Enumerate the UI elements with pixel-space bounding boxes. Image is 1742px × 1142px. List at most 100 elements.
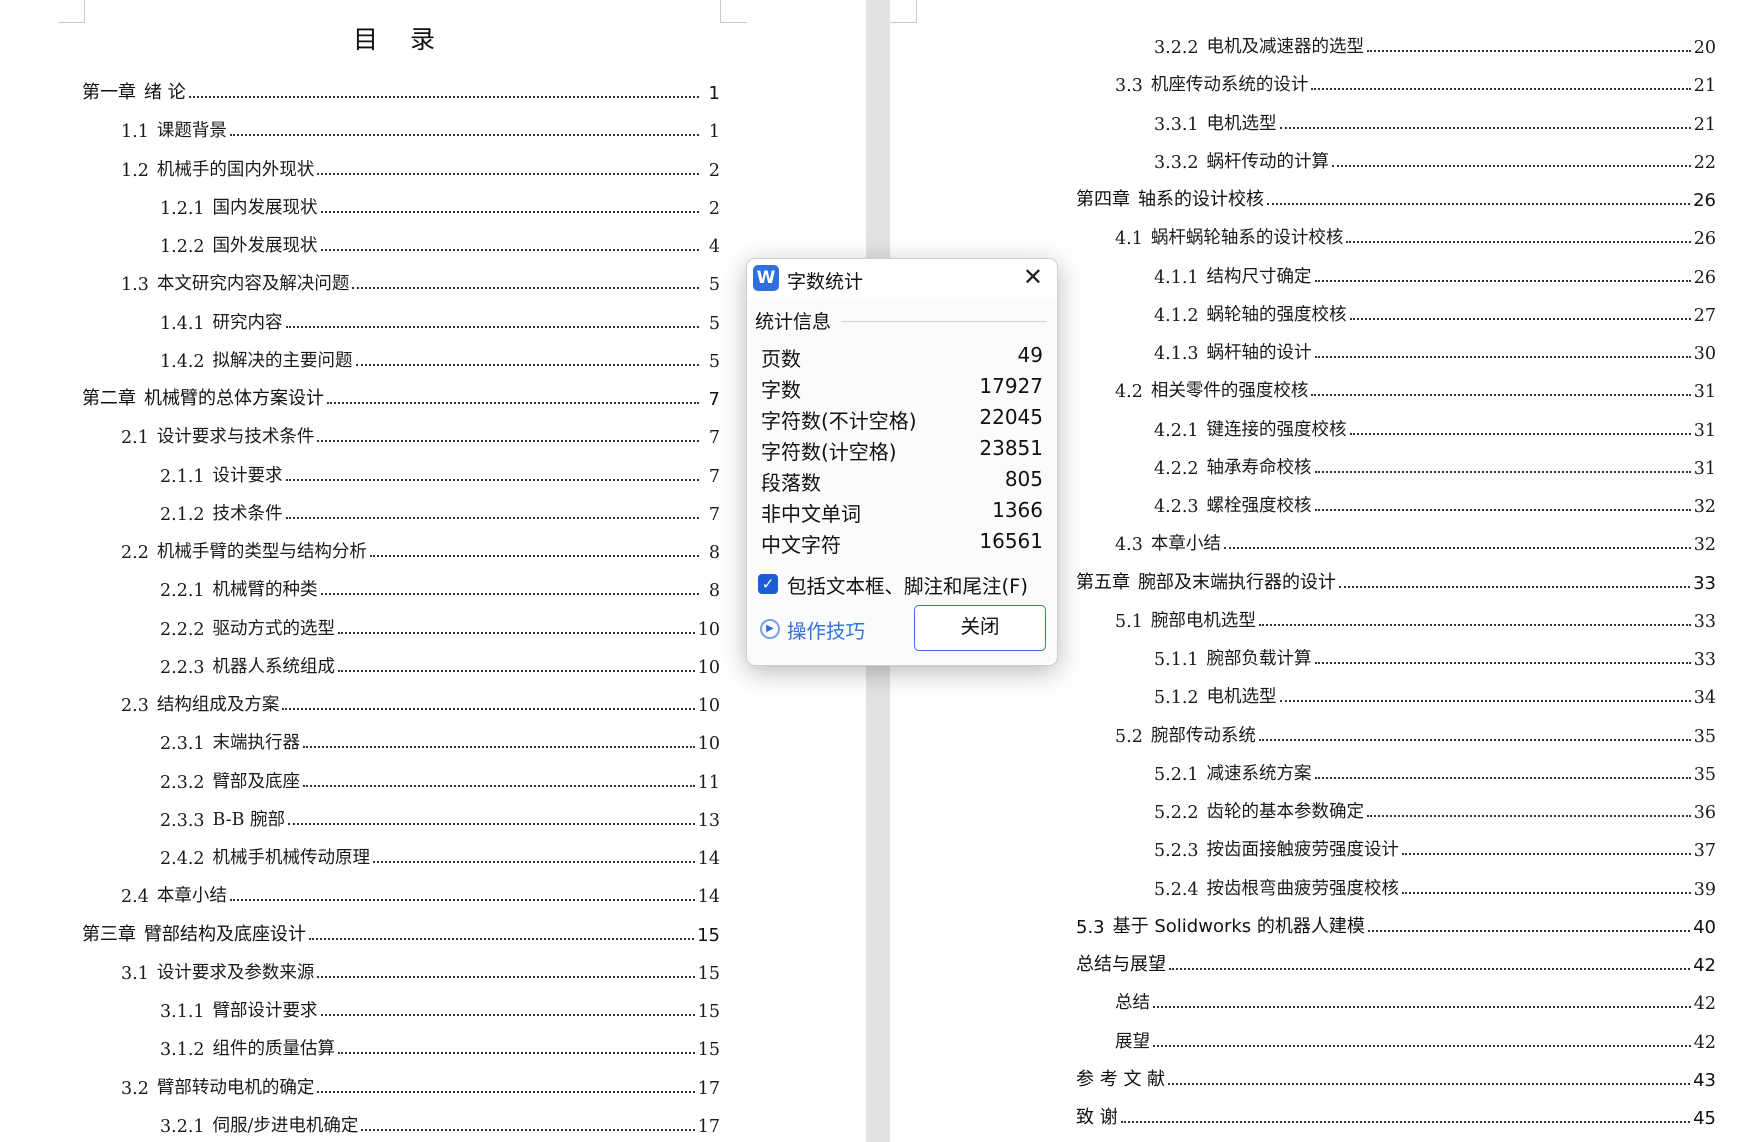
toc-leader-dots <box>1349 317 1691 320</box>
toc-entry[interactable]: 致 谢 45 <box>1076 1097 1716 1129</box>
toc-entry-title: 臂部及底座 <box>212 771 301 792</box>
toc-entry-number: 3.2.2 <box>1154 38 1199 58</box>
toc-entry[interactable]: 3.2.2 电机及减速器的选型 20 <box>1154 26 1716 58</box>
toc-entry[interactable]: 4.2.2 轴承寿命校核 31 <box>1154 447 1716 479</box>
toc-entry[interactable]: 2.2.3 机器人系统组成 10 <box>160 646 720 678</box>
toc-entry[interactable]: 4.2.1 键连接的强度校核 31 <box>1154 409 1716 441</box>
toc-entry[interactable]: 第五章 腕部及末端执行器的设计 33 <box>1076 562 1716 594</box>
toc-entry[interactable]: 3.3.1 电机选型 21 <box>1154 103 1716 135</box>
toc-entry[interactable]: 1.2.1 国内发展现状 2 <box>160 187 720 219</box>
toc-entry[interactable]: 参 考 文 献 43 <box>1076 1059 1716 1091</box>
toc-entry[interactable]: 2.2.1 机械臂的种类 8 <box>160 569 720 601</box>
toc-entry[interactable]: 2.2.2 驱动方式的选型 10 <box>160 608 720 640</box>
toc-entry-number: 2.2 <box>121 543 149 563</box>
stat-label: 非中文单词 <box>761 502 861 526</box>
toc-entry-number: 1.4.2 <box>160 351 205 372</box>
toc-entry-page: 21 <box>1693 76 1716 97</box>
toc-entry-page: 36 <box>1693 803 1716 823</box>
toc-entry-page: 31 <box>1693 382 1716 403</box>
toc-entry-page: 2 <box>708 198 720 219</box>
toc-entry[interactable]: 5.2.1 减速系统方案 35 <box>1154 753 1716 785</box>
toc-entry[interactable]: 1.2 机械手的国内外现状 2 <box>121 149 720 181</box>
toc-entry[interactable]: 5.3 基于 Solidworks 的机器人建模 40 <box>1076 906 1716 938</box>
toc-entry-number: 5.2.3 <box>1154 841 1199 862</box>
toc-entry[interactable]: 2.1.1 设计要求 7 <box>160 455 720 487</box>
toc-leader-dots <box>338 1052 695 1055</box>
toc-leader-dots <box>1332 164 1691 167</box>
toc-entry[interactable]: 5.1 腕部电机选型 33 <box>1115 600 1716 632</box>
toc-leader-dots <box>288 822 695 825</box>
document-page-left: 目 录 第一章绪 论 1 1.1 课题背景 1 1.2 机械手的国内外现状 2 1.2.1 国内发… <box>0 0 866 1142</box>
toc-entry-page: 7 <box>708 504 720 525</box>
toc-entry[interactable]: 4.3 本章小结 32 <box>1115 523 1716 555</box>
toc-entry-page: 10 <box>697 619 720 640</box>
toc-entry[interactable]: 2.4 本章小结 14 <box>121 875 720 907</box>
toc-entry-title: 机械手机械传动原理 <box>212 848 371 868</box>
toc-entry[interactable]: 4.2.3 螺栓强度校核 32 <box>1154 485 1716 517</box>
toc-entry[interactable]: 总结 42 <box>1115 982 1716 1014</box>
toc-entry[interactable]: 5.2.2 齿轮的基本参数确定 36 <box>1154 791 1716 823</box>
toc-entry[interactable]: 4.2 相关零件的强度校核 31 <box>1115 370 1716 402</box>
toc-entry[interactable]: 2.1 设计要求与技术条件 7 <box>121 416 720 448</box>
toc-entry[interactable]: 4.1.1 结构尺寸确定 26 <box>1154 256 1716 288</box>
tips-link[interactable]: 操作技巧 <box>787 615 865 644</box>
toc-entry-number: 4.3 <box>1115 535 1143 556</box>
toc-entry[interactable]: 1.1 课题背景 1 <box>121 110 720 142</box>
toc-entry[interactable]: 4.1.2 蜗轮轴的强度校核 27 <box>1154 294 1716 326</box>
play-tips-icon[interactable]: ▶ <box>760 619 780 639</box>
toc-entry[interactable]: 3.3.2 蜗杆传动的计算 22 <box>1154 141 1716 173</box>
word-count-dialog: W 字数统计 ✕ 统计信息 页数 49 字数 17927 字符数(不计空格) 22045 字… <box>746 258 1058 666</box>
close-button[interactable]: 关闭 <box>914 605 1046 651</box>
toc-entry[interactable]: 4.1.3 蜗杆轴的设计 30 <box>1154 332 1716 364</box>
toc-entry-number: 1.2 <box>121 160 149 181</box>
toc-entry[interactable]: 1.4.2 拟解决的主要问题 5 <box>160 340 720 372</box>
toc-entry-number: 5.1.2 <box>1154 688 1199 709</box>
toc-entry[interactable]: 3.1.2 组件的质量估算 15 <box>160 1028 720 1060</box>
toc-entry[interactable]: 3.2.1 伺服/步进电机确定 17 <box>160 1105 720 1137</box>
include-textbox-label[interactable]: 包括文本框、脚注和尾注(F) <box>787 570 1028 599</box>
dialog-titlebar[interactable]: W 字数统计 ✕ <box>747 259 1057 299</box>
toc-entry[interactable]: 3.2 臂部转动电机的确定 17 <box>121 1067 720 1099</box>
toc-entry[interactable]: 第三章 臂部结构及底座设计 15 <box>82 914 720 946</box>
toc-entry[interactable]: 4.1 蜗杆蜗轮轴系的设计校核 26 <box>1115 217 1716 249</box>
toc-entry[interactable]: 3.3 机座传动系统的设计 21 <box>1115 64 1716 96</box>
close-icon[interactable]: ✕ <box>1023 263 1043 291</box>
toc-entry[interactable]: 2.3 结构组成及方案 10 <box>121 684 720 716</box>
toc-entry[interactable]: 第四章 轴系的设计校核 26 <box>1076 179 1716 211</box>
toc-entry-number: 4.1.2 <box>1154 305 1199 326</box>
toc-entry-title: 按齿根弯曲疲劳强度校核 <box>1206 878 1400 899</box>
toc-entry[interactable]: 2.3.2 臂部及底座 11 <box>160 761 720 793</box>
toc-entry[interactable]: 5.1.2 电机选型 34 <box>1154 676 1716 708</box>
toc-entry-page: 8 <box>708 543 720 563</box>
toc-entry-title: 机器人系统组成 <box>212 656 336 677</box>
toc-entry[interactable]: 1.2.2 国外发展现状 4 <box>160 225 720 257</box>
toc-entry[interactable]: 5.2 腕部传动系统 35 <box>1115 715 1716 747</box>
toc-entry-title: 本章小结 <box>156 886 227 907</box>
toc-entry[interactable]: 3.1.1 臂部设计要求 15 <box>160 990 720 1022</box>
toc-entry[interactable]: 第二章 机械臂的总体方案设计 7 <box>82 378 720 410</box>
toc-entry[interactable]: 第一章绪 论 1 <box>82 72 720 104</box>
toc-entry[interactable]: 2.3.3 B-B 腕部 13 <box>160 799 720 831</box>
toc-entry-number: 3.3.1 <box>1154 114 1199 135</box>
toc-entry[interactable]: 5.2.3 按齿面接触疲劳强度设计 37 <box>1154 829 1716 861</box>
toc-entry[interactable]: 5.2.4 按齿根弯曲疲劳强度校核 39 <box>1154 868 1716 900</box>
toc-entry-page: 33 <box>1693 650 1716 670</box>
toc-entry[interactable]: 总结与展望 42 <box>1076 944 1716 976</box>
toc-entry[interactable]: 2.2 机械手臂的类型与结构分析 8 <box>121 531 720 563</box>
stat-row: 页数 49 <box>761 343 1043 373</box>
toc-entry[interactable]: 1.4.1 研究内容 5 <box>160 302 720 334</box>
toc-entry[interactable]: 2.3.1 末端执行器 10 <box>160 722 720 754</box>
toc-entry-page: 17 <box>697 1116 720 1137</box>
include-textbox-checkbox[interactable]: ✓ <box>758 574 778 594</box>
toc-entry[interactable]: 1.3 本文研究内容及解决问题 5 <box>121 263 720 295</box>
toc-entry[interactable]: 展望 42 <box>1115 1021 1716 1053</box>
toc-entry-title: 相关零件的强度校核 <box>1150 381 1309 402</box>
toc-entry[interactable]: 5.1.1 腕部负载计算 33 <box>1154 638 1716 670</box>
toc-entry[interactable]: 3.1 设计要求及参数来源 15 <box>121 952 720 984</box>
toc-entry-number: 1.3 <box>121 275 149 296</box>
toc-entry-title: 臂部结构及底座设计 <box>144 923 306 945</box>
toc-leader-dots <box>188 96 699 98</box>
toc-entry[interactable]: 2.4.2 机械手机械传动原理 14 <box>160 837 720 869</box>
toc-entry-title: 机械臂的总体方案设计 <box>144 388 324 409</box>
toc-entry[interactable]: 2.1.2 技术条件 7 <box>160 493 720 525</box>
